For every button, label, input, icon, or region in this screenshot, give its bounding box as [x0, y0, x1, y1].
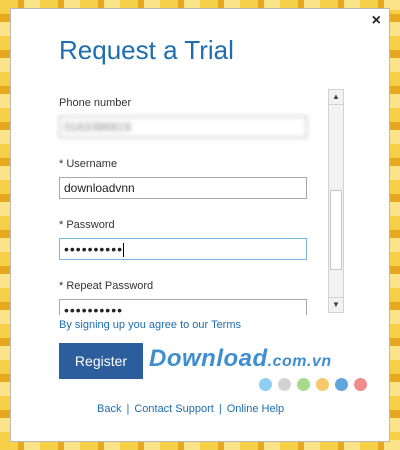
- repeat-password-field-group: * Repeat Password ••••••••••: [59, 280, 309, 315]
- terms-link[interactable]: By signing up you agree to our Terms: [59, 319, 241, 331]
- online-help-link[interactable]: Online Help: [227, 403, 284, 415]
- dialog-title: Request a Trial: [59, 35, 234, 65]
- scroll-up-icon[interactable]: ▲: [329, 90, 343, 105]
- signup-form: Phone number 0163386819 * Username downl…: [11, 89, 351, 315]
- watermark-logo: Download.com.vn: [149, 345, 332, 373]
- back-link[interactable]: Back: [97, 403, 121, 415]
- watermark-dots: [259, 378, 373, 396]
- form-scrollbar[interactable]: ▲ ▼: [328, 89, 344, 313]
- password-input[interactable]: ••••••••••: [59, 238, 307, 260]
- register-button[interactable]: Register: [59, 343, 143, 379]
- watermark-dot: [278, 378, 291, 391]
- password-label: * Password: [59, 219, 115, 231]
- password-field-group: * Password ••••••••••: [59, 219, 309, 260]
- link-separator: |: [218, 403, 222, 415]
- watermark-dot: [297, 378, 310, 391]
- watermark-dot: [354, 378, 367, 391]
- footer-links: Back | Contact Support | Online Help: [97, 403, 284, 415]
- phone-field-group: Phone number 0163386819: [59, 97, 309, 138]
- close-icon[interactable]: ×: [372, 13, 381, 29]
- request-trial-dialog: × Request a Trial Phone number 016338681…: [10, 8, 390, 442]
- phone-input[interactable]: 0163386819: [59, 116, 307, 138]
- watermark-dot: [316, 378, 329, 391]
- scrollbar-thumb[interactable]: [330, 190, 342, 270]
- repeat-password-label: * Repeat Password: [59, 280, 154, 292]
- watermark-suffix: .com.vn: [267, 353, 332, 370]
- phone-label: Phone number: [59, 97, 132, 109]
- contact-support-link[interactable]: Contact Support: [134, 403, 214, 415]
- scroll-down-icon[interactable]: ▼: [329, 297, 343, 312]
- watermark-dot: [335, 378, 348, 391]
- username-input[interactable]: downloadvnn: [59, 177, 307, 199]
- username-field-group: * Username downloadvnn: [59, 158, 309, 199]
- watermark-brand: Download: [149, 345, 268, 372]
- link-separator: |: [126, 403, 130, 415]
- password-value: ••••••••••: [64, 241, 124, 257]
- username-label: * Username: [59, 158, 118, 170]
- repeat-password-input[interactable]: ••••••••••: [59, 299, 307, 315]
- text-caret: [123, 243, 125, 258]
- watermark-dot: [259, 378, 272, 391]
